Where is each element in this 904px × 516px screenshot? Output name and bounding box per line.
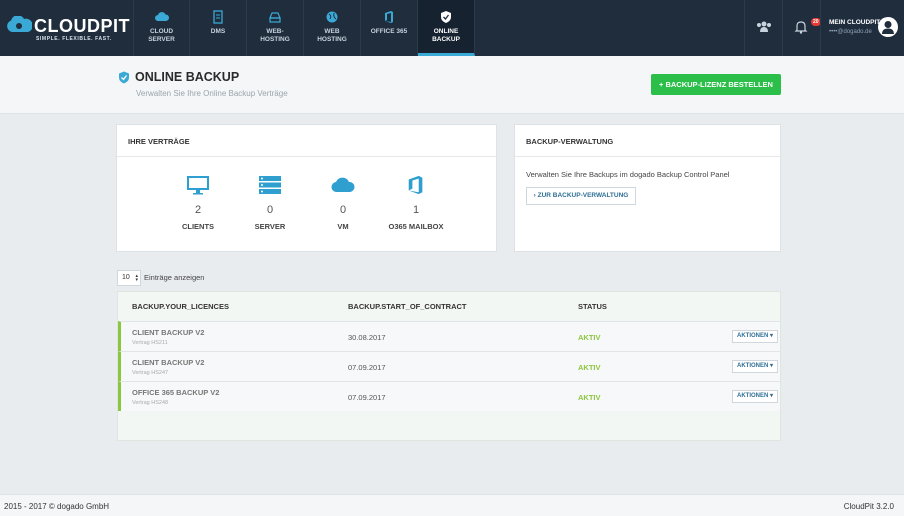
bell-icon xyxy=(794,21,808,34)
nav-label: BACKUP xyxy=(432,36,460,43)
stat-o365-mailbox: 1 O365 MAILBOX xyxy=(386,175,446,231)
nav-office-365[interactable]: OFFICE 365 xyxy=(361,0,418,56)
user-menu[interactable]: MEIN CLOUDPIT ••••@dogado.de xyxy=(820,0,904,56)
page-title: ONLINE BACKUP xyxy=(135,70,240,84)
office-icon xyxy=(385,11,393,23)
top-navbar: CLOUDPIT SIMPLE. FLEXIBLE. FAST. CLOUD S… xyxy=(0,0,904,56)
nav-label: HOSTING xyxy=(317,36,347,43)
shield-icon xyxy=(119,71,129,84)
go-to-backup-management-button[interactable]: › ZUR BACKUP-VERWALTUNG xyxy=(526,187,636,205)
contracts-panel-title: IHRE VERTRÄGE xyxy=(117,125,496,157)
licence-name: CLIENT BACKUP V2 xyxy=(132,328,205,337)
page-subtitle: Verwalten Sie Ihre Online Backup Verträg… xyxy=(136,89,288,98)
stat-value: 1 xyxy=(412,204,420,216)
licence-name: CLIENT BACKUP V2 xyxy=(132,358,205,367)
licences-table: BACKUP.YOUR_LICENCES BACKUP.START_OF_CON… xyxy=(117,291,781,441)
document-icon xyxy=(213,10,223,24)
table-row[interactable]: CLIENT BACKUP V2 Vertrag HS211 30.08.201… xyxy=(118,321,780,351)
user-icon xyxy=(882,21,894,34)
avatar xyxy=(878,17,898,37)
contract-id: Vertrag HS248 xyxy=(132,400,169,406)
entries-per-page-select[interactable]: 10 ▴ ▾ xyxy=(117,270,141,286)
backup-management-title: BACKUP-VERWALTUNG xyxy=(515,125,780,157)
stat-label: SERVER xyxy=(254,222,286,231)
contract-id: Vertrag HS211 xyxy=(132,340,168,346)
globe-icon xyxy=(326,11,338,23)
stat-label: VM xyxy=(337,222,349,231)
status-badge: AKTIV xyxy=(578,333,601,342)
select-arrows-icon: ▴ ▾ xyxy=(135,273,138,283)
notifications-button[interactable]: 20 xyxy=(782,0,821,56)
brand-name: CLOUDPIT xyxy=(34,16,130,36)
order-backup-license-button[interactable]: + BACKUP-LIZENZ BESTELLEN xyxy=(651,74,781,95)
cloud-icon xyxy=(331,177,355,193)
stat-label: CLIENTS xyxy=(181,222,215,231)
contracts-panel: IHRE VERTRÄGE 2 CLIENTS 0 SERVER 0 VM 1 … xyxy=(116,124,497,252)
stat-value: 0 xyxy=(266,204,274,216)
actions-dropdown-button[interactable]: AKTIONEN ▾ xyxy=(732,390,778,403)
nav-web-hosting-1[interactable]: WEB- HOSTING xyxy=(247,0,304,56)
column-header-licences[interactable]: BACKUP.YOUR_LICENCES xyxy=(132,302,229,311)
nav-label: HOSTING xyxy=(260,36,290,43)
page-header: ONLINE BACKUP Verwalten Sie Ihre Online … xyxy=(0,56,904,114)
copyright: 2015 - 2017 © dogado GmbH xyxy=(4,502,110,511)
cloudpit-logo[interactable]: CLOUDPIT SIMPLE. FLEXIBLE. FAST. xyxy=(6,14,136,44)
backup-management-panel: BACKUP-VERWALTUNG Verwalten Sie Ihre Bac… xyxy=(514,124,781,252)
stat-server: 0 SERVER xyxy=(240,175,300,231)
contract-start-date: 07.09.2017 xyxy=(348,393,386,402)
stat-value: 2 xyxy=(194,204,202,216)
licence-name: OFFICE 365 BACKUP V2 xyxy=(132,388,220,397)
monitor-icon xyxy=(187,176,209,195)
team-button[interactable] xyxy=(744,0,782,56)
nav-label: ONLINE xyxy=(433,28,459,35)
nav-label: DMS xyxy=(210,28,226,35)
brand-tagline: SIMPLE. FLEXIBLE. FAST. xyxy=(36,36,112,42)
status-badge: AKTIV xyxy=(578,363,601,372)
stat-clients: 2 CLIENTS xyxy=(168,175,228,231)
actions-dropdown-button[interactable]: AKTIONEN ▾ xyxy=(732,330,778,343)
user-menu-title: MEIN CLOUDPIT xyxy=(829,19,881,26)
entries-label: Einträge anzeigen xyxy=(144,273,205,282)
stat-label: O365 MAILBOX xyxy=(388,222,444,231)
stat-value: 0 xyxy=(339,204,347,216)
stat-vm: 0 VM xyxy=(313,175,373,231)
cloud-icon xyxy=(154,12,169,21)
user-email: ••••@dogado.de xyxy=(829,29,872,35)
footer: 2015 - 2017 © dogado GmbH CloudPit 3.2.0 xyxy=(0,494,904,516)
nav-dms[interactable]: DMS xyxy=(190,0,247,56)
column-header-status[interactable]: STATUS xyxy=(578,302,607,311)
users-icon xyxy=(757,21,771,32)
nav-label: SERVER xyxy=(148,36,175,43)
nav-web-hosting-2[interactable]: WEB HOSTING xyxy=(304,0,361,56)
nav-online-backup[interactable]: ONLINE BACKUP xyxy=(418,0,475,56)
table-row[interactable]: CLIENT BACKUP V2 Vertrag HS247 07.09.201… xyxy=(118,351,780,381)
nav-label: WEB- xyxy=(266,28,284,35)
nav-label: CLOUD xyxy=(149,28,174,35)
entries-select-value: 10 xyxy=(122,274,130,281)
version: CloudPit 3.2.0 xyxy=(843,502,894,511)
actions-dropdown-button[interactable]: AKTIONEN ▾ xyxy=(732,360,778,373)
contract-start-date: 30.08.2017 xyxy=(348,333,386,342)
server-icon xyxy=(259,176,281,194)
nav-label: OFFICE 365 xyxy=(370,28,408,35)
office-icon xyxy=(408,175,423,195)
column-header-start[interactable]: BACKUP.START_OF_CONTRACT xyxy=(348,302,466,311)
status-badge: AKTIV xyxy=(578,393,601,402)
contract-id: Vertrag HS247 xyxy=(132,370,169,376)
nav-cloud-server[interactable]: CLOUD SERVER xyxy=(133,0,190,56)
shield-icon xyxy=(441,11,451,23)
table-row[interactable]: OFFICE 365 BACKUP V2 Vertrag HS248 07.09… xyxy=(118,381,780,411)
nav-label: WEB xyxy=(324,28,340,35)
contract-start-date: 07.09.2017 xyxy=(348,363,386,372)
backup-management-text: Verwalten Sie Ihre Backups im dogado Bac… xyxy=(526,170,730,179)
cloud-logo-icon xyxy=(7,16,32,32)
hdd-icon xyxy=(269,12,281,23)
